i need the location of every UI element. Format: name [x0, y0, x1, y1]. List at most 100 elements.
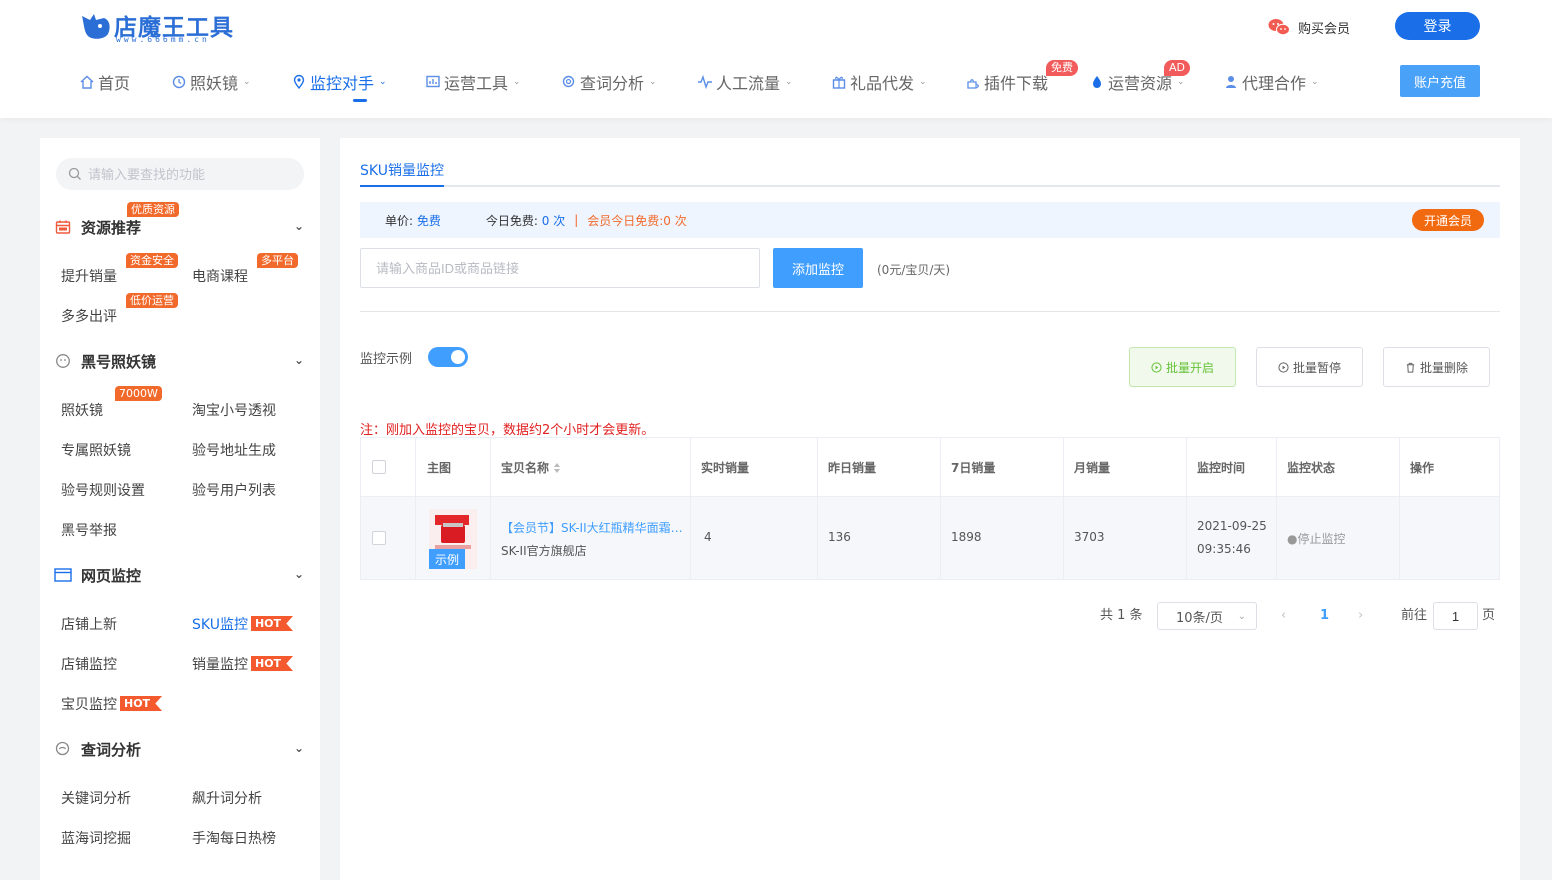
link-sku-monitor[interactable]: SKU监控 HOT	[192, 614, 294, 634]
link-verify-address[interactable]: 验号地址生成	[192, 440, 276, 460]
link-boost-sales[interactable]: 提升销量	[61, 266, 117, 286]
link-shop-new[interactable]: 店铺上新	[61, 614, 117, 634]
yesterday-sales: 136	[828, 530, 851, 544]
nav-traffic[interactable]: 人工流量 ⌄	[696, 64, 830, 100]
nav-monitor[interactable]: 监控对手 ⌄	[290, 64, 424, 102]
page-label: 页	[1482, 608, 1496, 623]
mirror-icon	[170, 73, 188, 91]
link-pdd-review[interactable]: 多多出评	[61, 306, 117, 326]
link-rising-words[interactable]: 飙升词分析	[192, 788, 262, 808]
realtime-sales: 4	[704, 530, 712, 544]
link-mirror[interactable]: 照妖镜	[61, 400, 103, 420]
monitor-status: ●停止监控	[1287, 532, 1346, 546]
link-exclusive-mirror[interactable]: 专属照妖镜	[61, 440, 131, 460]
section-word-analysis[interactable]: 查词分析 ⌄	[54, 737, 304, 761]
link-verify-users[interactable]: 验号用户列表	[192, 480, 276, 500]
person-icon	[1222, 73, 1240, 91]
sidebar: 资源推荐 ⌄ 优质资源 提升销量 资金安全 电商课程 多平台 多多出评 低价运营…	[40, 138, 320, 880]
sidebar-search[interactable]	[56, 158, 304, 190]
next-page-button[interactable]: ›	[1358, 602, 1363, 630]
nav-ops-tools[interactable]: 运营工具 ⌄	[424, 64, 560, 100]
logo-rhino-icon	[82, 14, 110, 39]
chevron-down-icon: ⌄	[293, 741, 304, 755]
shop-name: SK-II官方旗舰店	[501, 544, 587, 558]
section-resources[interactable]: 资源推荐 ⌄	[54, 215, 304, 239]
batch-start-button[interactable]: 批量开启	[1129, 347, 1236, 387]
chevron-down-icon: ⌄	[243, 77, 251, 87]
link-shop-monitor[interactable]: 店铺监控	[61, 654, 117, 674]
face-icon	[54, 352, 72, 370]
divider	[360, 311, 1500, 312]
chevron-down-icon: ⌄	[379, 77, 387, 87]
recharge-button[interactable]: 账户充值	[1400, 65, 1480, 97]
link-taobao-xray[interactable]: 淘宝小号透视	[192, 400, 276, 420]
chevron-down-icon: ⌄	[1177, 77, 1185, 87]
hot-tag: HOT	[250, 616, 294, 631]
product-name-link[interactable]: 【会员节】SK-II大红瓶精华面霜提...	[501, 519, 689, 536]
quality-resource-tag: 优质资源	[127, 202, 179, 217]
nav-gift[interactable]: 礼品代发 ⌄	[830, 64, 964, 100]
7000w-tag: 7000W	[115, 386, 162, 401]
goods-id-input[interactable]	[360, 248, 760, 288]
link-verify-rules[interactable]: 验号规则设置	[61, 480, 145, 500]
sidebar-search-input[interactable]	[88, 166, 288, 182]
top-header: 店魔王工具 www.666mm.cn 购买会员 登录 首页 照妖镜 ⌄ 监控对手 ⌄…	[0, 0, 1552, 118]
logo[interactable]: 店魔王工具 www.666mm.cn	[80, 8, 233, 46]
example-toggle[interactable]	[428, 347, 468, 367]
nav-plugin[interactable]: 插件下载 免费	[964, 60, 1088, 100]
login-button[interactable]: 登录	[1395, 12, 1480, 40]
buy-vip-link[interactable]: 购买会员	[1268, 16, 1350, 38]
table-header: 主图 宝贝名称 实时销量 昨日销量 7日销量 月销量 监控时间 监控状态 操作	[361, 438, 1499, 497]
batch-pause-button[interactable]: 批量暂停	[1256, 347, 1363, 387]
pause-circle-icon	[1278, 361, 1289, 373]
nav-resources[interactable]: 运营资源 ⌄ AD	[1088, 60, 1222, 100]
main-nav: 首页 照妖镜 ⌄ 监控对手 ⌄ 运营工具 ⌄ 查词分析 ⌄ 人工流量 ⌄ 礼品代发 ⌄ 插	[78, 60, 1332, 102]
hot-tag: HOT	[251, 656, 294, 671]
link-keyword-analysis[interactable]: 关键词分析	[61, 788, 131, 808]
link-report-black[interactable]: 黑号举报	[61, 520, 117, 540]
link-item-monitor[interactable]: 宝贝监控 HOT	[61, 694, 163, 714]
link-ecom-course[interactable]: 电商课程	[192, 266, 248, 286]
goto-label: 前往	[1401, 608, 1428, 623]
free-badge: 免费	[1046, 60, 1078, 76]
fund-safe-tag: 资金安全	[126, 253, 178, 268]
goto-page-input[interactable]	[1433, 602, 1478, 630]
product-thumbnail[interactable]: 示例	[429, 509, 477, 569]
gift-icon	[830, 73, 848, 91]
ad-badge: AD	[1164, 60, 1190, 76]
week-sales: 1898	[951, 530, 982, 544]
monitor-time: 09:35:46	[1197, 542, 1251, 556]
section-black-mirror[interactable]: 黑号照妖镜 ⌄	[54, 349, 304, 373]
tab-sku-sales[interactable]: SKU销量监控	[360, 160, 444, 180]
multi-platform-tag: 多平台	[257, 253, 298, 268]
search-word-icon	[560, 73, 578, 91]
chart-icon	[424, 73, 442, 91]
info-bar: 单价: 免费 今日免费: 0 次 | 会员今日免费:0 次 开通会员	[360, 202, 1500, 238]
row-checkbox[interactable]	[372, 531, 386, 545]
add-monitor-button[interactable]: 添加监控	[773, 248, 863, 288]
chevron-down-icon: ⌄	[293, 353, 304, 367]
link-blue-ocean[interactable]: 蓝海词挖掘	[61, 828, 131, 848]
chevron-down-icon: ⌄	[649, 77, 657, 87]
home-icon	[78, 73, 96, 91]
nav-word-analysis[interactable]: 查词分析 ⌄	[560, 64, 696, 100]
prev-page-button[interactable]: ‹	[1281, 602, 1286, 630]
section-web-monitor[interactable]: 网页监控 ⌄	[54, 563, 304, 587]
select-all-checkbox[interactable]	[372, 460, 386, 474]
chevron-down-icon: ⌄	[1237, 611, 1246, 622]
sort-name-header[interactable]: 宝贝名称	[501, 459, 561, 476]
open-vip-button[interactable]: 开通会员	[1411, 209, 1484, 231]
nav-agent[interactable]: 代理合作 ⌄	[1222, 64, 1332, 100]
page-size-select[interactable]: 10条/页 ⌄	[1157, 602, 1257, 630]
link-sales-monitor[interactable]: 销量监控 HOT	[192, 654, 294, 674]
window-icon	[54, 566, 72, 584]
price-note: (0元/宝贝/天)	[877, 263, 951, 277]
nav-mirror[interactable]: 照妖镜 ⌄	[170, 64, 290, 100]
batch-delete-button[interactable]: 批量删除	[1383, 347, 1490, 387]
location-icon	[290, 73, 308, 91]
pulse-icon	[696, 73, 714, 91]
link-daily-hot[interactable]: 手淘每日热榜	[192, 828, 276, 848]
chevron-down-icon: ⌄	[785, 77, 793, 87]
nav-home[interactable]: 首页	[78, 64, 170, 100]
page-number[interactable]: 1	[1320, 602, 1329, 630]
